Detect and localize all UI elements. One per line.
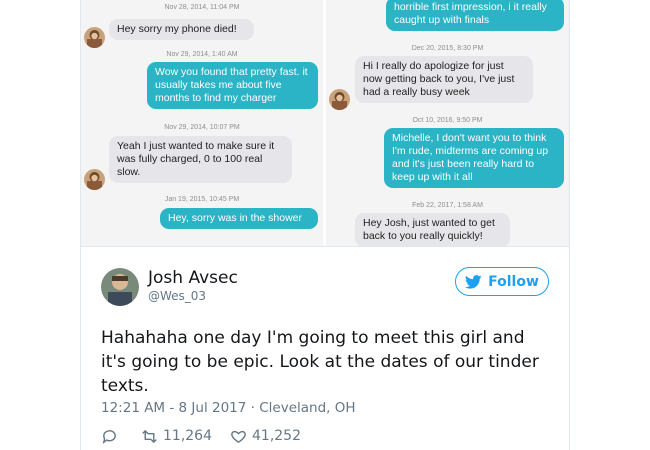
tweet-timestamp[interactable]: 12:21 AM - 8 Jul 2017 · Cleveland, OH <box>101 400 356 416</box>
heart-icon <box>231 430 246 443</box>
chat-panel-left: Nov 28, 2014, 11:04 PM Hey sorry my phon… <box>81 0 323 246</box>
match-avatar <box>329 89 350 110</box>
match-avatar <box>84 27 105 48</box>
chat-bubble-incoming: Hey Josh, just wanted to get back to you… <box>355 213 510 246</box>
retweet-count: 11,264 <box>163 428 212 444</box>
like-count: 41,252 <box>252 428 301 444</box>
twitter-bird-icon <box>465 274 482 289</box>
message-timestamp: Jan 19, 2015, 10:45 PM <box>164 196 240 203</box>
chat-bubble-incoming: Hi I really do apologize for just now ge… <box>355 56 533 103</box>
match-avatar <box>84 169 105 190</box>
retweet-icon <box>142 429 157 443</box>
follow-button[interactable]: Follow <box>455 267 549 296</box>
tweet-text: Hahahaha one day I'm going to meet this … <box>101 328 539 396</box>
meta-separator: · <box>246 400 260 416</box>
tweet-time[interactable]: 12:21 AM - 8 Jul 2017 <box>101 400 246 416</box>
chat-panel-right: horrible first impression, i it really c… <box>326 0 569 246</box>
divider <box>81 246 569 247</box>
message-timestamp: Nov 29, 2014, 10:07 PM <box>164 124 240 131</box>
chat-bubble-incoming: Yeah I just wanted to make sure it was f… <box>109 136 292 183</box>
like-button[interactable]: 41,252 <box>230 428 301 445</box>
retweet-button[interactable]: 11,264 <box>141 428 212 445</box>
reply-button[interactable] <box>101 428 123 445</box>
tweet-actions: 11,264 41,252 <box>101 426 319 446</box>
message-timestamp: Nov 29, 2014, 1:40 AM <box>166 51 238 58</box>
chat-bubble-outgoing: Hey, sorry was in the shower <box>160 208 318 229</box>
chat-screenshots: Nov 28, 2014, 11:04 PM Hey sorry my phon… <box>81 0 569 246</box>
chat-bubble-outgoing: horrible first impression, i it really c… <box>386 0 564 31</box>
tweet-card: Nov 28, 2014, 11:04 PM Hey sorry my phon… <box>80 0 570 450</box>
author-name[interactable]: Josh Avsec <box>148 268 238 288</box>
tweet-location[interactable]: Cleveland, OH <box>259 400 355 416</box>
chat-bubble-incoming: Hey sorry my phone died! <box>109 19 254 40</box>
message-timestamp: Oct 10, 2016, 9:50 PM <box>412 117 483 124</box>
message-timestamp: Nov 28, 2014, 11:04 PM <box>164 4 240 11</box>
follow-label: Follow <box>488 273 539 290</box>
chat-bubble-outgoing: Michelle, I don't want you to think I'm … <box>384 128 564 188</box>
message-timestamp: Dec 20, 2015, 8:30 PM <box>411 45 484 52</box>
message-timestamp: Feb 22, 2017, 1:58 AM <box>412 202 483 209</box>
author-handle[interactable]: @Wes_03 <box>148 289 206 303</box>
chat-bubble-outgoing: Wow you found that pretty fast. it usual… <box>147 62 318 109</box>
author-avatar[interactable] <box>101 268 139 306</box>
reply-icon <box>102 429 116 444</box>
